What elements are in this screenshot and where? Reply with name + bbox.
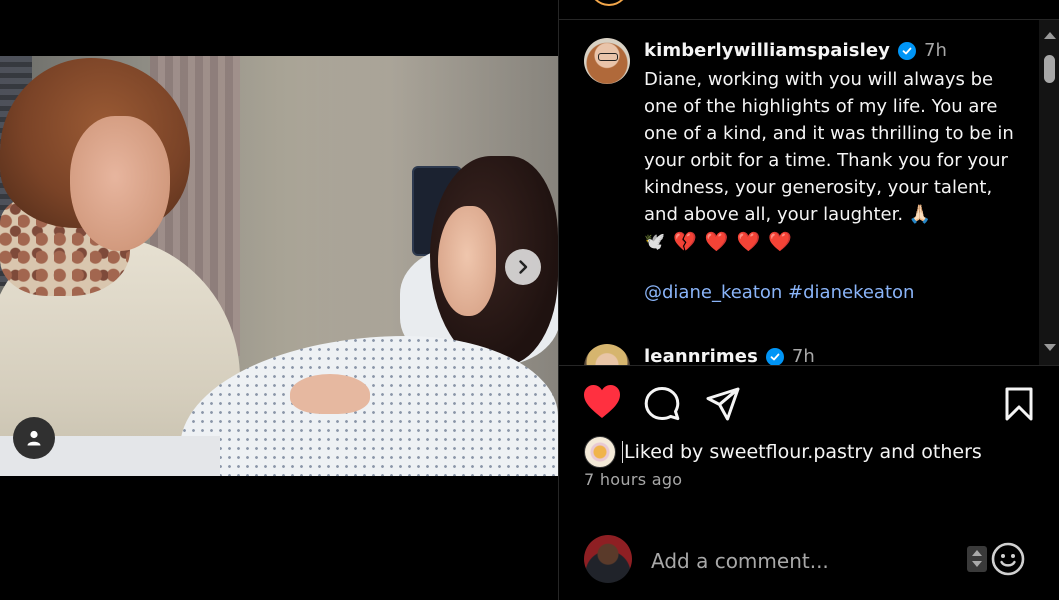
photo-hand xyxy=(290,374,370,414)
post-actions xyxy=(559,384,1059,426)
caption-author-row: kimberlywilliamspaisley 7h xyxy=(644,40,947,61)
scroll-up-arrow-icon[interactable] xyxy=(1044,32,1056,39)
hashtag-link[interactable]: #dianekeaton xyxy=(788,282,914,303)
paper-plane-icon xyxy=(706,387,740,421)
likes-prefix: Liked by xyxy=(624,440,710,463)
photo-face-left xyxy=(70,116,170,251)
comments-list[interactable]: kimberlywilliamspaisley 7h Diane, workin… xyxy=(559,20,1039,365)
post-header xyxy=(559,0,1059,20)
speech-bubble-icon xyxy=(644,387,680,421)
caption-username[interactable]: kimberlywilliamspaisley xyxy=(644,40,890,61)
comment-time[interactable]: 7h xyxy=(792,346,815,365)
current-user-avatar xyxy=(584,535,632,583)
like-button[interactable] xyxy=(583,384,621,424)
input-stepper[interactable] xyxy=(967,546,987,572)
mention-link[interactable]: @diane_keaton xyxy=(644,282,782,303)
comment-input[interactable] xyxy=(649,540,953,582)
comment-author-row: leannrimes 7h xyxy=(644,346,815,365)
verified-badge-icon xyxy=(898,41,917,60)
post-details-pane: kimberlywilliamspaisley 7h Diane, workin… xyxy=(558,0,1059,600)
tagged-users-button[interactable] xyxy=(13,417,55,459)
post-photo[interactable] xyxy=(0,56,558,476)
bookmark-icon xyxy=(1005,387,1033,421)
red-heart-emoji: ❤️ xyxy=(736,231,761,253)
scroll-down-arrow-icon[interactable] xyxy=(1044,344,1056,351)
avatar-glasses xyxy=(598,53,618,61)
commenter-avatar[interactable] xyxy=(584,344,630,365)
liker-username[interactable]: sweetflour.pastry xyxy=(709,441,873,463)
dove-emoji: 🕊️ xyxy=(644,231,666,252)
save-button[interactable] xyxy=(1004,386,1034,426)
chevron-right-icon xyxy=(519,260,528,274)
post-timestamp[interactable]: 7 hours ago xyxy=(584,470,682,489)
divider xyxy=(559,512,1059,513)
smiley-icon xyxy=(991,542,1025,576)
comment-button[interactable] xyxy=(644,386,680,426)
share-button[interactable] xyxy=(705,386,741,426)
likes-suffix[interactable]: and others xyxy=(873,441,981,463)
broken-heart-emoji: 💔 xyxy=(673,231,697,253)
stepper-down-icon xyxy=(972,561,982,567)
likes-summary: Liked by sweetflour.pastry and others xyxy=(584,436,982,468)
verified-badge-icon xyxy=(765,347,784,365)
likes-text[interactable]: Liked by sweetflour.pastry and others xyxy=(622,441,982,464)
liker-avatar[interactable] xyxy=(584,436,616,468)
next-image-button[interactable] xyxy=(505,249,541,285)
red-heart-emoji: ❤️ xyxy=(704,231,729,253)
comment-username[interactable]: leannrimes xyxy=(644,346,758,365)
user-icon xyxy=(27,430,41,446)
story-avatar-ring[interactable] xyxy=(589,0,629,6)
stepper-up-icon xyxy=(972,550,982,556)
photo-face-right xyxy=(438,206,496,316)
scrollbar-thumb[interactable] xyxy=(1044,55,1055,83)
heart-filled-icon xyxy=(584,385,620,418)
caption-author-avatar[interactable] xyxy=(584,38,630,84)
emoji-button[interactable] xyxy=(991,542,1025,580)
text-cursor xyxy=(622,441,623,464)
caption-text: Diane, working with you will always be o… xyxy=(644,69,1014,225)
caption-links: @diane_keaton #dianekeaton xyxy=(644,282,914,303)
caption-emoji-row: 🕊️ 💔 ❤️ ❤️ ❤️ xyxy=(644,230,792,253)
caption-time[interactable]: 7h xyxy=(924,40,947,61)
divider xyxy=(559,365,1059,366)
red-heart-emoji: ❤️ xyxy=(768,231,792,253)
comments-scrollbar[interactable] xyxy=(1039,20,1059,365)
media-pane xyxy=(0,0,558,600)
